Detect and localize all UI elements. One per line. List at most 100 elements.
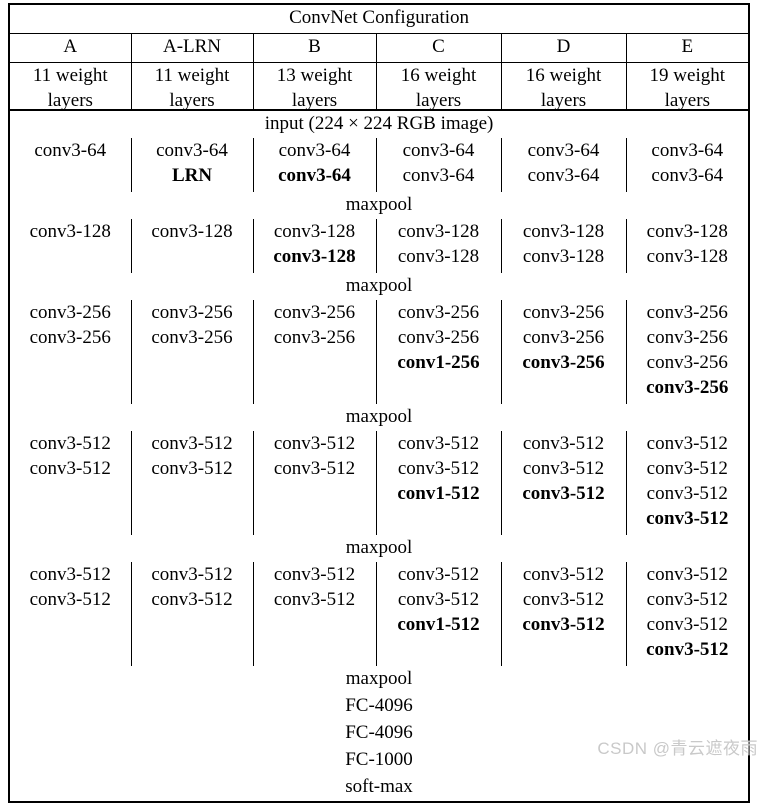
layer-entry: conv3-512 xyxy=(29,458,111,479)
header-body: ConvNet Configuration A A-LRN B C D E 11 weig… xyxy=(8,3,750,115)
layer-entry: conv3-128 xyxy=(273,221,356,242)
maxpool-after-block-512b: maxpool xyxy=(345,668,413,689)
maxpool-after-block-64: maxpool xyxy=(345,194,413,215)
layer-entry: conv3-512 xyxy=(522,483,605,504)
block-64-col-a-lrn: conv3-64 LRN xyxy=(130,138,254,192)
block-512a-col-a: conv3-512 conv3-512 xyxy=(8,431,132,535)
layer-entry: conv3-512 xyxy=(273,564,356,585)
layer-entry: conv3-128 xyxy=(522,246,605,267)
layer-entry: conv3-512 xyxy=(522,589,605,610)
layer-entry: conv3-512 xyxy=(646,433,728,454)
block-512b-col-b: conv3-512 conv3-512 xyxy=(252,562,377,666)
block-128-col-c: conv3-128 conv3-128 xyxy=(375,219,502,273)
layer-entry: conv3-64 xyxy=(278,140,351,161)
block-128-row: conv3-128 conv3-128 conv3-128 conv3-128 conv… xyxy=(8,219,750,273)
layer-entry: conv3-512 xyxy=(273,458,356,479)
tail-row-4-row: soft-max xyxy=(9,774,749,802)
block-64-col-e: conv3-64 conv3-64 xyxy=(625,138,750,192)
block-256-col-d: conv3-256 conv3-256 conv3-256 xyxy=(500,300,627,404)
config-depth-row: 11 weight layers 11 weight layers 13 weigh… xyxy=(8,62,750,115)
block-64-col-a: conv3-64 xyxy=(8,138,132,192)
input-row-label-row: input (224 × 224 RGB image) xyxy=(9,110,749,138)
config-depth-d: 16 weight layers xyxy=(500,62,627,115)
convnet-body-table: input (224 × 224 RGB image) conv3-64 conv3… xyxy=(8,109,751,803)
block-64-col-c: conv3-64 conv3-64 xyxy=(375,138,502,192)
config-depth-b: 13 weight layers xyxy=(252,62,377,115)
block-64-row: conv3-64 conv3-64 LRN conv3-64 conv3-64 conv3… xyxy=(8,138,750,192)
layer-entry: conv3-512 xyxy=(273,589,356,610)
layer-entry: conv3-256 xyxy=(522,327,605,348)
layer-entry: conv3-512 xyxy=(646,639,729,660)
maxpool-after-block-256-row: maxpool xyxy=(9,404,749,431)
layer-entry: conv3-512 xyxy=(397,564,480,585)
layer-entry: conv3-512 xyxy=(646,483,728,504)
layer-entry: conv3-512 xyxy=(397,458,480,479)
maxpool-after-block-64-row: maxpool xyxy=(9,192,749,219)
layer-entry: conv3-256 xyxy=(151,327,233,348)
layer-entry: conv3-128 xyxy=(273,246,356,267)
maxpool-after-block-512b-row: maxpool xyxy=(9,666,749,693)
layer-entry: conv3-256 xyxy=(397,302,480,323)
layer-entry: conv3-64 xyxy=(34,140,107,161)
block-256-col-e: conv3-256 conv3-256 conv3-256 conv3-256 xyxy=(625,300,750,404)
block-512b-col-c: conv3-512 conv3-512 conv1-512 xyxy=(375,562,502,666)
layer-entry: conv3-256 xyxy=(522,302,605,323)
block-512a-col-c: conv3-512 conv3-512 conv1-512 xyxy=(375,431,502,535)
maxpool-after-block-128-row: maxpool xyxy=(9,273,749,300)
layer-entry: LRN xyxy=(171,165,213,186)
block-64-col-b: conv3-64 conv3-64 xyxy=(252,138,377,192)
layer-entry: conv3-64 xyxy=(156,140,228,161)
block-256-col-c: conv3-256 conv3-256 conv1-256 xyxy=(375,300,502,404)
config-depth-e: 19 weight layers xyxy=(625,62,750,115)
layer-entry: conv3-128 xyxy=(151,221,233,242)
layer-entry: conv3-128 xyxy=(397,246,480,267)
layer-entry: conv3-256 xyxy=(29,302,111,323)
layer-entry: conv3-64 xyxy=(402,165,475,186)
layer-entry: conv3-512 xyxy=(29,589,111,610)
tail-row-4: soft-max xyxy=(345,776,413,797)
layer-entry: conv3-512 xyxy=(273,433,356,454)
layer-entry: conv3-256 xyxy=(273,327,356,348)
config-name-d: D xyxy=(500,33,627,63)
input-row-label: input (224 × 224 RGB image) xyxy=(264,113,494,134)
convnet-header-table: ConvNet Configuration A A-LRN B C D E 11 weig… xyxy=(8,3,751,115)
block-128-col-a: conv3-128 xyxy=(8,219,132,273)
block-512b-row: conv3-512 conv3-512 conv3-512 conv3-512 conv… xyxy=(8,562,750,666)
config-name-row: A A-LRN B C D E xyxy=(8,33,750,63)
maxpool-after-block-512a: maxpool xyxy=(345,537,413,558)
layer-entry: conv3-256 xyxy=(646,377,729,398)
config-depth-a: 11 weight layers xyxy=(8,62,132,115)
maxpool-after-block-128: maxpool xyxy=(345,275,413,296)
layer-entry: conv3-64 xyxy=(278,165,351,186)
layer-entry: conv3-512 xyxy=(522,433,605,454)
page-root: ConvNet Configuration A A-LRN B C D E 11 weig… xyxy=(0,0,772,803)
layer-entry: conv1-512 xyxy=(397,614,480,635)
layer-entry: conv3-256 xyxy=(397,327,480,348)
layer-entry: conv3-512 xyxy=(29,433,111,454)
layer-entry: conv3-512 xyxy=(646,589,728,610)
layer-entry: conv3-64 xyxy=(651,140,724,161)
block-256-col-b: conv3-256 conv3-256 xyxy=(252,300,377,404)
block-512b-col-a-lrn: conv3-512 conv3-512 xyxy=(130,562,254,666)
layer-entry: conv3-512 xyxy=(397,433,480,454)
block-512b-col-d: conv3-512 conv3-512 conv3-512 xyxy=(500,562,627,666)
config-name-a-lrn: A-LRN xyxy=(130,33,254,63)
block-512a-col-b: conv3-512 conv3-512 xyxy=(252,431,377,535)
layer-entry: conv3-256 xyxy=(522,352,605,373)
layer-entry: conv3-128 xyxy=(646,246,728,267)
layer-entry: conv3-128 xyxy=(397,221,480,242)
block-128-col-b: conv3-128 conv3-128 xyxy=(252,219,377,273)
layer-entry: conv3-512 xyxy=(522,564,605,585)
layer-entry: conv3-512 xyxy=(397,589,480,610)
layer-entry: conv3-512 xyxy=(151,458,233,479)
layer-entry: conv3-512 xyxy=(646,614,728,635)
layer-entry: conv3-256 xyxy=(646,327,728,348)
config-depth-a-lrn: 11 weight layers xyxy=(130,62,254,115)
block-512b-col-e: conv3-512 conv3-512 conv3-512 conv3-512 xyxy=(625,562,750,666)
layer-entry: conv3-512 xyxy=(151,433,233,454)
maxpool-after-block-256: maxpool xyxy=(345,406,413,427)
config-name-e: E xyxy=(625,33,750,63)
config-name-a: A xyxy=(8,33,132,63)
config-depth-c: 16 weight layers xyxy=(375,62,502,115)
block-256-col-a: conv3-256 conv3-256 xyxy=(8,300,132,404)
